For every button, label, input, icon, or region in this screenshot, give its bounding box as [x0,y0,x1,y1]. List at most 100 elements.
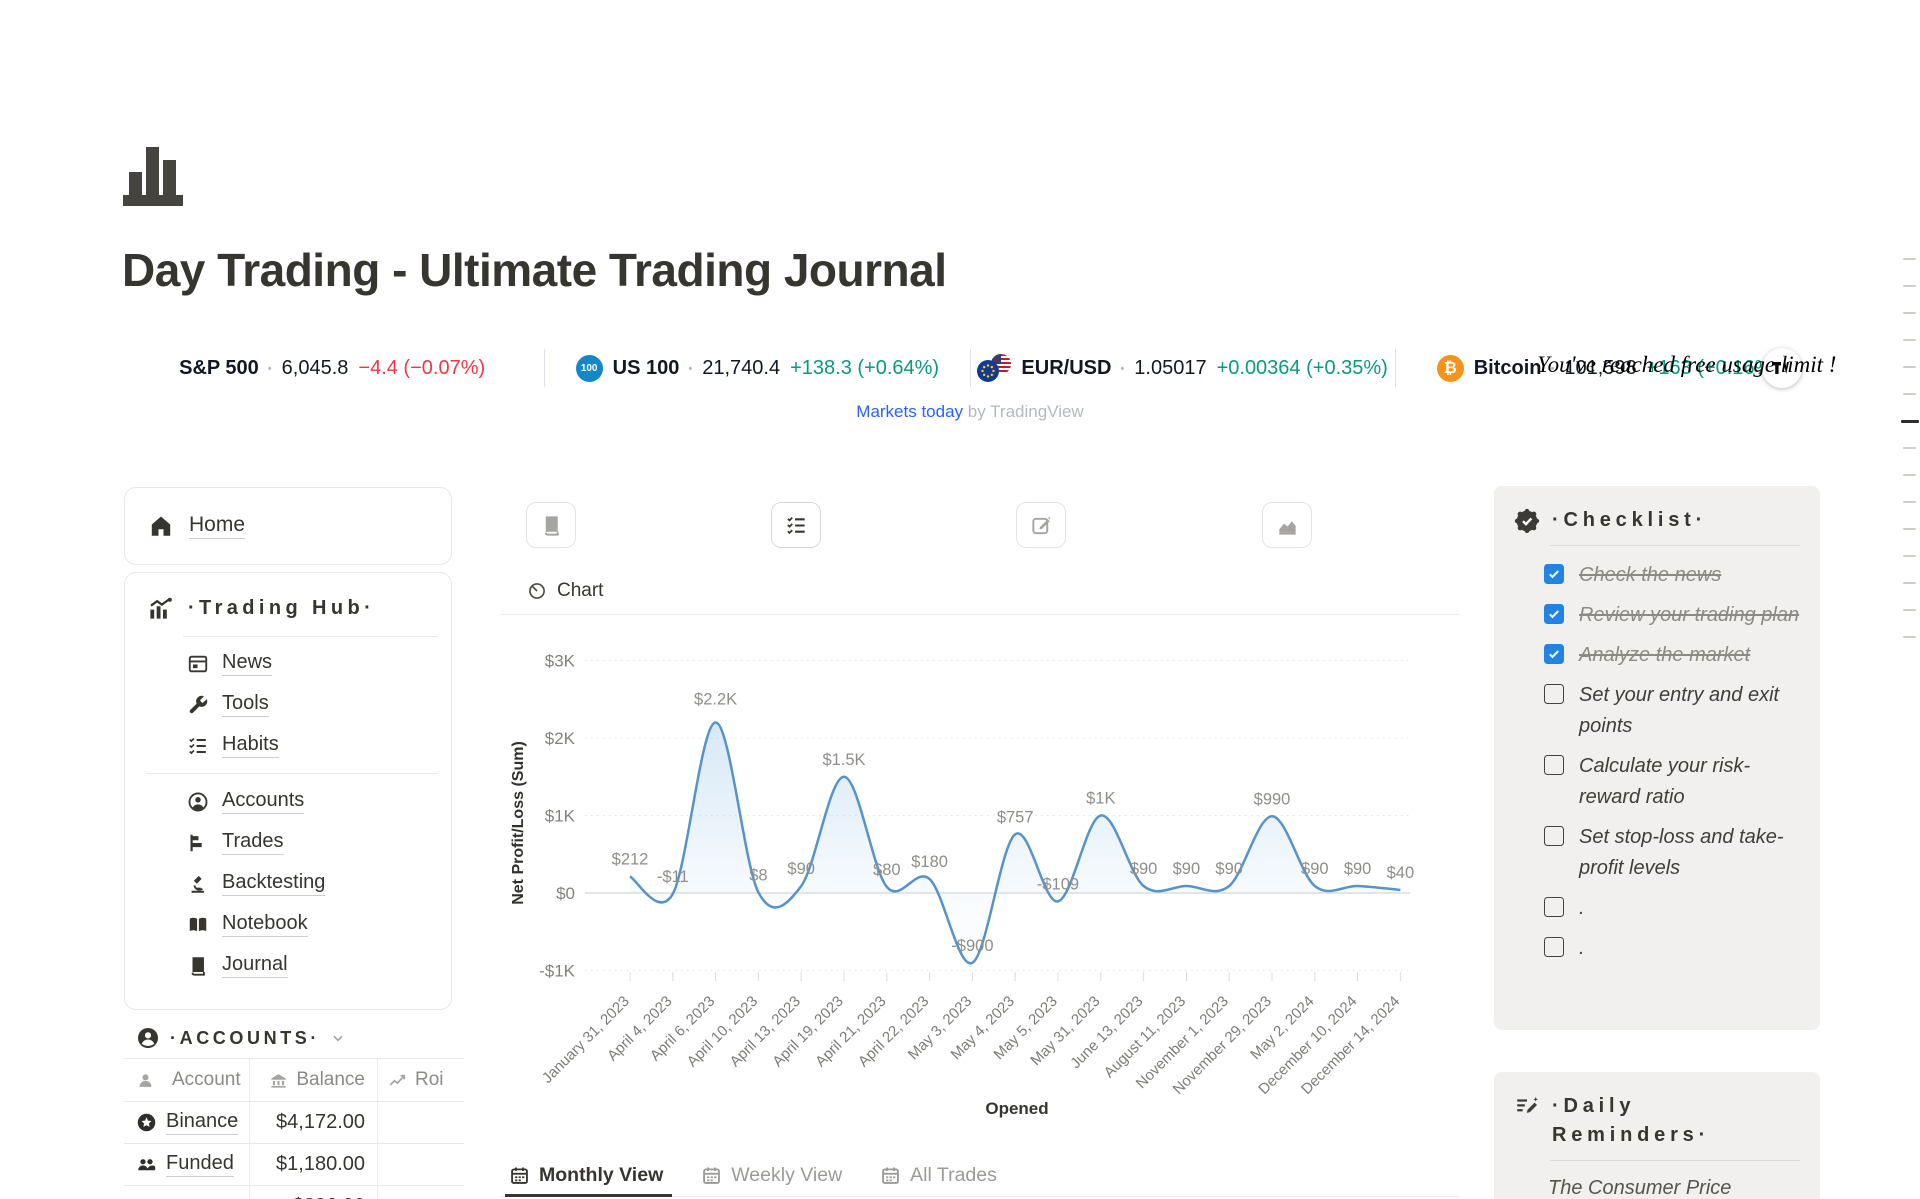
person-icon [136,1071,155,1090]
column-header-balance[interactable]: Balance [250,1059,378,1101]
sidebar-item-backtesting[interactable]: Backtesting [125,863,451,904]
column-header-account[interactable]: Account [124,1059,250,1101]
minimap-dash[interactable] [1903,555,1916,557]
tab-all-trades[interactable]: All Trades [880,1164,997,1187]
checkbox[interactable] [1544,604,1564,624]
tab-weekly-view[interactable]: Weekly View [701,1164,842,1187]
sidebar-item-label: Accounts [222,789,304,814]
checkbox[interactable] [1544,755,1564,775]
table-row[interactable]: Binance $4,172.00 [124,1102,464,1144]
account-cell[interactable]: Binance [124,1102,250,1143]
ticker-symbol: S&P 500 [179,357,272,380]
sidebar-item-journal[interactable]: Journal [125,945,451,986]
sidebar-item-trades[interactable]: Trades [125,822,451,863]
journal-book-button[interactable] [526,502,576,548]
checkbox[interactable] [1544,644,1564,664]
table-row[interactable]: Funded $1,180.00 [124,1144,464,1186]
view-tabs: Monthly View Weekly View All Trades [509,1164,997,1187]
notebook-icon [187,914,209,936]
checkbox[interactable] [1544,684,1564,704]
sidebar-item-label: Notebook [222,912,308,937]
sidebar-item-accounts[interactable]: Accounts [125,781,451,822]
svg-text:$90: $90 [787,860,815,878]
roi-cell [378,1102,460,1143]
svg-text:$8: $8 [749,866,767,884]
chart-section-label[interactable]: Chart [527,580,603,602]
ticker-attribution: Markets today by TradingView [120,402,1820,422]
trades-icon [187,832,209,854]
binance-icon [136,1112,157,1133]
table-row-partial[interactable]: $836.00 [124,1186,464,1199]
sidebar-item-label: Habits [222,733,279,758]
ticker-sp500[interactable]: S&P 500 6,045.8 −4.4 (−0.07%) [120,357,544,380]
active-tab-underline [505,1194,672,1197]
trading-hub-nav: News Tools Habits Accounts Trades Backte… [125,643,451,986]
minimap-dash[interactable] [1903,339,1916,341]
area-chart-button[interactable] [1262,502,1312,548]
checkbox[interactable] [1544,826,1564,846]
daily-reminders-header: ·Daily Reminders· [1514,1092,1800,1150]
minimap-dash[interactable] [1903,366,1916,368]
eurusd-flags-icon [977,354,1011,382]
svg-text:-$11: -$11 [657,868,689,886]
minimap-dash[interactable] [1903,609,1916,611]
ticker-change: −4.4 (−0.07%) [358,357,485,380]
svg-text:$1K: $1K [545,807,576,826]
minimap-dash[interactable] [1903,258,1916,260]
minimap-dash[interactable] [1903,474,1916,476]
tab-monthly-view[interactable]: Monthly View [509,1164,663,1187]
ticker-us100[interactable]: 100 US 100 21,740.4 +138.3 (+0.64%) [545,355,969,382]
checklist-item-text: Set your entry and exit points [1579,680,1800,742]
eu-stars [977,360,999,382]
sidebar-item-home[interactable]: Home [189,513,245,539]
account-name[interactable]: Funded [166,1152,234,1177]
trading-hub-header: ·Trading Hub· [125,573,451,622]
minimap-dash[interactable] [1903,285,1916,287]
funded-icon [136,1154,157,1175]
minimap-dash[interactable] [1903,393,1916,395]
account-cell[interactable]: Funded [124,1144,250,1185]
minimap-dash[interactable] [1903,528,1916,530]
trend-icon [388,1071,407,1090]
checklist-item: Analyze the market [1544,640,1800,671]
notebook-icon [187,914,209,936]
minimap-dash[interactable] [1903,447,1916,449]
checkbox[interactable] [1544,564,1564,584]
tab-label: Weekly View [731,1164,842,1187]
checkbox[interactable] [1544,897,1564,917]
sidebar-item-tools[interactable]: Tools [125,684,451,725]
svg-text:-$1K: -$1K [539,962,576,981]
compose-button[interactable] [1016,502,1066,548]
minimap-dash[interactable] [1903,636,1916,638]
accounts-icon [187,791,209,813]
accounts-title: ·ACCOUNTS· [170,1028,320,1049]
balance-cell: $4,172.00 [250,1102,378,1143]
minimap-dash[interactable] [1903,582,1916,584]
sidebar-item-habits[interactable]: Habits [125,725,451,766]
bitcoin-icon: ₿ [1437,355,1464,382]
column-header-roi[interactable]: Roi [378,1059,460,1101]
calendar-icon [701,1165,722,1186]
checklist-button[interactable] [771,502,821,548]
svg-text:$2.2K: $2.2K [694,691,737,709]
markets-today-link[interactable]: Markets today [856,402,963,421]
sidebar-item-label: News [222,651,272,676]
ticker-eurusd[interactable]: EUR/USD 1.05017 +0.00364 (+0.35%) [971,354,1395,382]
ticker-change: +0.00364 (+0.35%) [1217,357,1388,380]
svg-text:$90: $90 [1344,860,1372,878]
account-cell[interactable] [124,1186,250,1199]
checklist-item: Set stop-loss and take-profit levels [1544,822,1800,884]
minimap-dash[interactable] [1903,312,1916,314]
accounts-person-icon [136,1026,160,1050]
minimap-current-dash[interactable] [1901,420,1919,423]
sidebar-item-news[interactable]: News [125,643,451,684]
ticker-value: 1.05017 [1134,357,1206,380]
account-name[interactable]: Binance [166,1110,238,1135]
minimap-dash[interactable] [1903,501,1916,503]
page-icon-bar-chart[interactable] [122,138,184,210]
accounts-section-header[interactable]: ·ACCOUNTS· [136,1026,346,1050]
sidebar-item-notebook[interactable]: Notebook [125,904,451,945]
checkbox[interactable] [1544,937,1564,957]
ticker-change: +138.3 (+0.64%) [790,357,939,380]
chevron-down-icon[interactable] [330,1030,346,1046]
